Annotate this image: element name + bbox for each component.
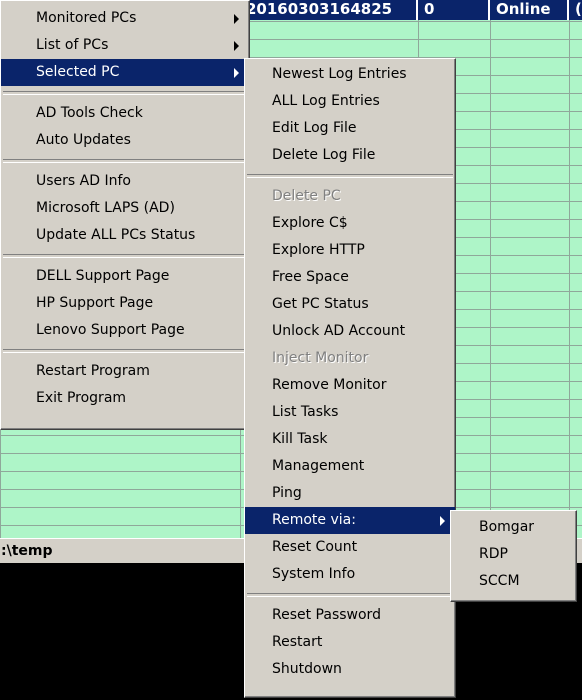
menu-item-label: Restart — [272, 634, 323, 650]
menu-item-get-pc-status[interactable]: Get PC Status — [245, 291, 455, 318]
menu-item-label: Unlock AD Account — [272, 323, 406, 339]
menu-item-label: Monitored PCs — [36, 10, 137, 26]
menu-item-label: Exit Program — [36, 390, 127, 406]
submenu-arrow-icon — [440, 516, 445, 526]
menu-item-label: AD Tools Check — [36, 105, 143, 121]
menu-item-label: Explore C$ — [272, 215, 348, 231]
menu-item-ad-tools-check[interactable]: AD Tools Check — [1, 100, 249, 127]
menu-item-label: DELL Support Page — [36, 268, 170, 284]
menu-item-label: Free Space — [272, 269, 349, 285]
menu-item-label: Remote via: — [272, 512, 356, 528]
menu-item-label: Selected PC — [36, 64, 120, 80]
menu-item-label: Edit Log File — [272, 120, 357, 136]
menu-item-label: System Info — [272, 566, 356, 582]
menu-item-label: Microsoft LAPS (AD) — [36, 200, 175, 216]
submenu-arrow-icon — [234, 14, 239, 24]
menu-item-list-tasks[interactable]: List Tasks — [245, 399, 455, 426]
menu-item-update-all-pcs-status[interactable]: Update ALL PCs Status — [1, 222, 249, 249]
menu-item-ping[interactable]: Ping — [245, 480, 455, 507]
menu-item-users-ad-info[interactable]: Users AD Info — [1, 168, 249, 195]
menu-item-lenovo-support-page[interactable]: Lenovo Support Page — [1, 317, 249, 344]
menu-item-remote-via[interactable]: Remote via: — [245, 507, 455, 534]
menu-item-dell-support-page[interactable]: DELL Support Page — [1, 263, 249, 290]
menu-item-label: ALL Log Entries — [272, 93, 380, 109]
menu-item-label: SCCM — [479, 573, 520, 589]
grid-column-line — [490, 0, 491, 538]
menu-item-label: Inject Monitor — [272, 350, 369, 366]
menu-item-label: Shutdown — [272, 661, 342, 677]
menu-item-label: Kill Task — [272, 431, 328, 447]
menu-item-delete-log-file[interactable]: Delete Log File — [245, 142, 455, 169]
menu-item-bomgar[interactable]: Bomgar — [451, 514, 576, 541]
menu-item-microsoft-laps-ad[interactable]: Microsoft LAPS (AD) — [1, 195, 249, 222]
menu-item-label: Reset Password — [272, 607, 381, 623]
menu-item-label: Management — [272, 458, 365, 474]
menu-item-inject-monitor: Inject Monitor — [245, 345, 455, 372]
submenu-arrow-icon — [234, 68, 239, 78]
menu-item-explore-http[interactable]: Explore HTTP — [245, 237, 455, 264]
menu-item-shutdown[interactable]: Shutdown — [245, 656, 455, 683]
menu-separator — [3, 254, 247, 258]
menu-item-management[interactable]: Management — [245, 453, 455, 480]
menu-item-label: Auto Updates — [36, 132, 131, 148]
menu-item-list-of-pcs[interactable]: List of PCs — [1, 32, 249, 59]
remote-via-submenu: Bomgar RDP SCCM — [450, 510, 577, 602]
menu-item-label: Remove Monitor — [272, 377, 387, 393]
menu-item-remove-monitor[interactable]: Remove Monitor — [245, 372, 455, 399]
menu-item-label: List of PCs — [36, 37, 109, 53]
menu-item-system-info[interactable]: System Info — [245, 561, 455, 588]
status-path: :\temp — [1, 543, 53, 559]
menu-item-label: HP Support Page — [36, 295, 154, 311]
menu-item-restart-program[interactable]: Restart Program — [1, 358, 249, 385]
menu-item-selected-pc[interactable]: Selected PC — [1, 59, 249, 86]
grid-selected-row[interactable]: 20160303164825 0 Online ( — [240, 0, 582, 20]
menu-item-unlock-ad-account[interactable]: Unlock AD Account — [245, 318, 455, 345]
grid-cell: Online — [490, 0, 569, 20]
menu-separator — [3, 349, 247, 353]
menu-item-kill-task[interactable]: Kill Task — [245, 426, 455, 453]
menu-item-sccm[interactable]: SCCM — [451, 568, 576, 595]
menu-item-all-log-entries[interactable]: ALL Log Entries — [245, 88, 455, 115]
menu-item-exit-program[interactable]: Exit Program — [1, 385, 249, 412]
menu-item-label: Newest Log Entries — [272, 66, 407, 82]
menu-item-free-space[interactable]: Free Space — [245, 264, 455, 291]
menu-item-hp-support-page[interactable]: HP Support Page — [1, 290, 249, 317]
menu-item-label: Lenovo Support Page — [36, 322, 185, 338]
menu-item-label: Restart Program — [36, 363, 150, 379]
menu-item-monitored-pcs[interactable]: Monitored PCs — [1, 5, 249, 32]
menu-item-label: Ping — [272, 485, 302, 501]
menu-item-label: Delete PC — [272, 188, 341, 204]
main-context-menu: Monitored PCs List of PCs Selected PC AD To… — [0, 0, 250, 430]
grid-cell: 20160303164825 — [240, 0, 418, 20]
menu-item-explore-c[interactable]: Explore C$ — [245, 210, 455, 237]
menu-item-label: Get PC Status — [272, 296, 369, 312]
grid-column-line — [569, 0, 570, 538]
menu-item-label: Users AD Info — [36, 173, 131, 189]
selected-pc-submenu: Newest Log Entries ALL Log Entries Edit Lo… — [244, 58, 456, 698]
menu-item-label: Update ALL PCs Status — [36, 227, 196, 243]
menu-separator — [3, 91, 247, 95]
menu-item-edit-log-file[interactable]: Edit Log File — [245, 115, 455, 142]
menu-item-restart[interactable]: Restart — [245, 629, 455, 656]
menu-item-newest-log-entries[interactable]: Newest Log Entries — [245, 61, 455, 88]
grid-cell: ( — [575, 0, 582, 18]
menu-item-label: RDP — [479, 546, 508, 562]
submenu-arrow-icon — [234, 41, 239, 51]
menu-item-auto-updates[interactable]: Auto Updates — [1, 127, 249, 154]
grid-cell: 0 — [418, 0, 490, 20]
menu-item-label: Delete Log File — [272, 147, 376, 163]
menu-item-delete-pc: Delete PC — [245, 183, 455, 210]
menu-item-label: Explore HTTP — [272, 242, 365, 258]
menu-separator — [3, 159, 247, 163]
menu-separator — [247, 174, 453, 178]
menu-item-label: List Tasks — [272, 404, 339, 420]
menu-item-reset-count[interactable]: Reset Count — [245, 534, 455, 561]
menu-item-label: Reset Count — [272, 539, 358, 555]
menu-item-rdp[interactable]: RDP — [451, 541, 576, 568]
menu-item-label: Bomgar — [479, 519, 535, 535]
menu-separator — [247, 593, 453, 597]
menu-item-reset-password[interactable]: Reset Password — [245, 602, 455, 629]
